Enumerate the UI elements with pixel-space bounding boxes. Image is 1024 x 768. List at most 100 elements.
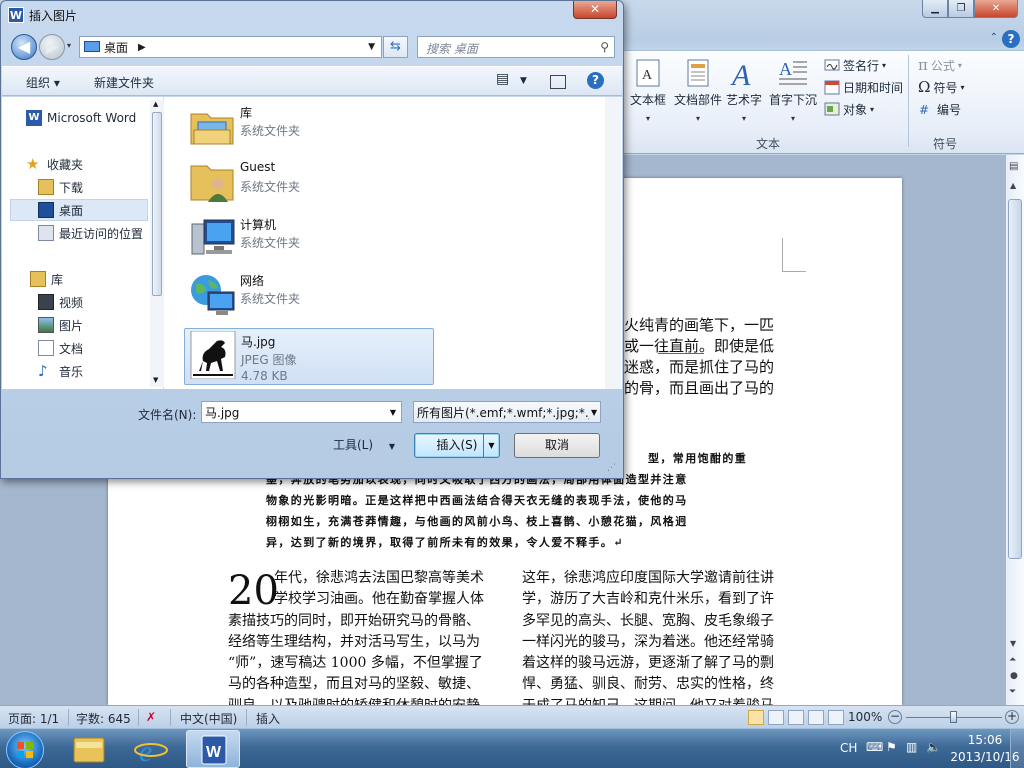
nav-item-pictures[interactable]: 图片 bbox=[38, 314, 83, 336]
scroll-down-icon[interactable]: ▼ bbox=[1010, 639, 1016, 648]
file-name: 计算机 bbox=[240, 218, 277, 232]
prev-page-icon[interactable]: ⏶ bbox=[1009, 655, 1016, 665]
file-item-network[interactable]: 网络 系统文件夹 bbox=[184, 268, 434, 320]
nav-item-microsoft-word[interactable]: W Microsoft Word bbox=[26, 107, 136, 129]
help-icon[interactable]: ? bbox=[1002, 30, 1020, 48]
draft-view-icon[interactable] bbox=[828, 710, 844, 725]
object-button[interactable]: 对象 ▾ bbox=[824, 99, 874, 119]
file-item-computer[interactable]: 计算机 系统文件夹 bbox=[184, 212, 434, 264]
language-status[interactable]: 中文(中国) bbox=[180, 710, 237, 726]
outline-view-icon[interactable] bbox=[808, 710, 824, 725]
forward-button[interactable]: ▶ bbox=[39, 34, 65, 60]
taskbar-word[interactable]: W bbox=[186, 730, 240, 768]
dropcap-button[interactable]: A 首字下沉 ▾ bbox=[769, 57, 817, 123]
preview-pane-icon[interactable] bbox=[550, 75, 566, 89]
zoom-in-icon[interactable]: + bbox=[1005, 710, 1019, 724]
scroll-up-icon[interactable]: ▲ bbox=[153, 100, 158, 108]
word-count[interactable]: 字数: 645 bbox=[76, 710, 131, 726]
scroll-down-icon[interactable]: ▼ bbox=[153, 376, 158, 384]
input-language[interactable]: CH bbox=[840, 741, 857, 755]
help-icon[interactable]: ? bbox=[587, 72, 604, 89]
date-time-button[interactable]: 日期和时间 bbox=[824, 77, 903, 97]
textbox-button[interactable]: A 文本框 ▾ bbox=[630, 57, 666, 123]
chevron-down-icon[interactable]: ▼ bbox=[591, 408, 597, 417]
address-dropdown-icon[interactable]: ▼ bbox=[368, 42, 375, 52]
next-page-icon[interactable]: ⏷ bbox=[1009, 687, 1016, 697]
volume-icon[interactable]: 🔈 bbox=[926, 740, 941, 754]
scroll-thumb[interactable] bbox=[1008, 199, 1022, 559]
address-bar[interactable]: 桌面 ▶ ▼ bbox=[79, 36, 382, 58]
tools-button[interactable]: 工具(L) ▼ bbox=[333, 436, 395, 453]
change-view-icon[interactable]: ▤ bbox=[496, 71, 509, 87]
nav-item-music[interactable]: ♪ 音乐 bbox=[38, 360, 83, 382]
nav-item-videos[interactable]: 视频 bbox=[38, 291, 83, 313]
nav-item-downloads[interactable]: 下载 bbox=[38, 176, 83, 198]
nav-item-label: 视频 bbox=[59, 295, 84, 310]
wordart-button[interactable]: A 艺术字 ▾ bbox=[726, 57, 762, 123]
file-item-library[interactable]: 库 系统文件夹 bbox=[184, 100, 434, 152]
taskbar: e W CH ⌨ ⚑ ▥ 🔈 15:06 2013/10/16 bbox=[0, 728, 1024, 768]
taskbar-ie[interactable]: e bbox=[124, 730, 178, 768]
breadcrumb-arrow-icon[interactable]: ▶ bbox=[138, 42, 146, 53]
cancel-button[interactable]: 取消 bbox=[514, 433, 600, 458]
search-icon[interactable]: ⚲ bbox=[600, 40, 609, 54]
search-box[interactable]: 搜索 桌面 ⚲ bbox=[417, 36, 615, 58]
text-line: “师”，速写稿达 1000 多幅，不但掌握了 bbox=[228, 655, 483, 672]
close-button[interactable]: ✕ bbox=[974, 0, 1018, 18]
file-item-guest[interactable]: Guest 系统文件夹 bbox=[184, 156, 434, 208]
full-screen-reading-icon[interactable] bbox=[768, 710, 784, 725]
dropcap-icon: A bbox=[779, 59, 807, 85]
page-count[interactable]: 页面: 1/1 bbox=[8, 710, 59, 726]
new-folder-button[interactable]: 新建文件夹 bbox=[94, 74, 154, 91]
flag-icon[interactable]: ⚑ bbox=[886, 740, 897, 754]
browse-object-icon[interactable]: ● bbox=[1010, 671, 1018, 681]
file-item-horse-jpg[interactable]: 马.jpg JPEG 图像 4.78 KB bbox=[184, 328, 434, 385]
insert-mode-status[interactable]: 插入 bbox=[256, 710, 280, 726]
nav-item-desktop[interactable]: 桌面 bbox=[10, 199, 148, 221]
view-dropdown-icon[interactable]: ▼ bbox=[520, 76, 527, 86]
taskbar-explorer[interactable] bbox=[62, 730, 116, 768]
clock-time[interactable]: 15:06 bbox=[960, 733, 1010, 747]
ruler-toggle-icon[interactable]: ▤ bbox=[1009, 161, 1021, 175]
file-list-scrollbar[interactable] bbox=[605, 97, 621, 389]
numbering-button[interactable]: # 编号 bbox=[918, 99, 961, 119]
insert-split-arrow-icon[interactable]: ▼ bbox=[483, 434, 499, 457]
network-tray-icon[interactable]: ▥ bbox=[906, 740, 917, 754]
maximize-button[interactable]: ❐ bbox=[948, 0, 974, 18]
ribbon-minimize-icon[interactable]: ⌃ bbox=[990, 32, 998, 43]
resize-grip-icon[interactable]: ⋰ bbox=[607, 463, 616, 473]
nav-item-favorites[interactable]: ★ 收藏夹 bbox=[26, 153, 83, 175]
symbol-button[interactable]: Ω 符号 ▾ bbox=[918, 77, 964, 97]
back-button[interactable]: ◀ bbox=[11, 34, 37, 60]
proofing-icon[interactable]: ✗ bbox=[146, 710, 156, 726]
nav-item-documents[interactable]: 文档 bbox=[38, 337, 83, 359]
dialog-close-button[interactable]: ✕ bbox=[573, 1, 617, 19]
zoom-out-icon[interactable]: − bbox=[888, 710, 902, 724]
signature-line-button[interactable]: 签名行 ▾ bbox=[824, 55, 886, 75]
recent-pages-icon[interactable]: ▾ bbox=[67, 41, 71, 50]
nav-scrollbar[interactable]: ▲ ▼ bbox=[150, 100, 164, 387]
zoom-slider-thumb[interactable] bbox=[950, 711, 957, 723]
minimize-button[interactable]: ▁ bbox=[922, 0, 948, 18]
vertical-scrollbar[interactable]: ▤ ▲ ▼ ⏶ ● ⏷ bbox=[1006, 155, 1024, 705]
print-layout-icon[interactable] bbox=[748, 710, 764, 725]
file-type-filter[interactable]: 所有图片(*.emf;*.wmf;*.jpg;*.jp ▼ bbox=[413, 401, 601, 423]
insert-button[interactable]: 插入(S) ▼ bbox=[414, 433, 500, 458]
nav-item-recent[interactable]: 最近访问的位置 bbox=[38, 222, 143, 244]
refresh-button[interactable]: ⇆ bbox=[383, 36, 408, 58]
zoom-level[interactable]: 100% bbox=[848, 710, 882, 726]
start-button[interactable] bbox=[6, 731, 44, 768]
scroll-up-icon[interactable]: ▲ bbox=[1010, 181, 1016, 190]
scroll-thumb[interactable] bbox=[152, 112, 162, 296]
nav-item-libraries[interactable]: 库 bbox=[30, 268, 63, 290]
web-layout-icon[interactable] bbox=[788, 710, 804, 725]
quick-parts-button[interactable]: 文档部件 ▾ bbox=[674, 57, 722, 123]
file-type: 系统文件夹 bbox=[240, 124, 301, 138]
show-desktop-button[interactable] bbox=[1010, 729, 1024, 768]
chevron-down-icon[interactable]: ▼ bbox=[390, 408, 396, 417]
equation-button[interactable]: π 公式 ▾ bbox=[918, 55, 962, 75]
organize-button[interactable]: 组织 ▾ bbox=[26, 74, 60, 91]
filename-input[interactable]: 马.jpg ▼ bbox=[201, 401, 402, 423]
keyboard-icon[interactable]: ⌨ bbox=[866, 740, 883, 754]
search-input[interactable]: 搜索 桌面 bbox=[426, 40, 478, 57]
